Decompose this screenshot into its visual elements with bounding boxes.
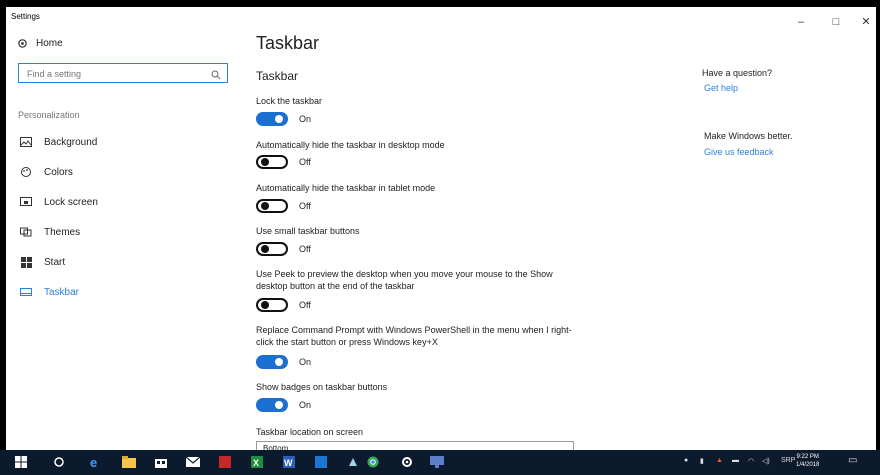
setting-label-autohide-tablet: Automatically hide the taskbar in tablet… (256, 183, 436, 193)
app-red-icon[interactable] (218, 455, 232, 469)
toggle-state: On (299, 357, 312, 367)
sidebar-item-label: Themes (44, 226, 81, 238)
app-teal-icon[interactable] (346, 455, 360, 469)
picture-icon (20, 136, 32, 148)
title-bar: Settings – □ ✕ (6, 7, 876, 37)
toggle-knob (261, 301, 269, 309)
toggle-small-buttons[interactable] (256, 242, 288, 256)
toggle-state: Off (299, 201, 311, 211)
themes-icon (20, 226, 32, 238)
toggle-state: On (299, 400, 312, 410)
toggle-state: Off (299, 300, 311, 310)
toggle-badges[interactable] (256, 398, 288, 412)
search-icon[interactable] (211, 67, 221, 85)
edge-icon[interactable]: e (88, 455, 102, 469)
app-monitor-icon[interactable] (430, 455, 444, 469)
excel-icon[interactable]: X (250, 455, 264, 469)
tray-language[interactable]: SRP (781, 457, 795, 464)
sidebar-item-label: Taskbar (44, 286, 80, 298)
sidebar-item-colors[interactable]: Colors (20, 165, 73, 179)
toggle-state: Off (299, 157, 311, 167)
tray-warning-icon[interactable]: ▲ (716, 457, 723, 464)
toggle-state: On (299, 114, 312, 124)
nav-home[interactable]: Home (16, 37, 63, 49)
task-view-icon[interactable] (52, 455, 66, 469)
toggle-autohide-desktop[interactable] (256, 155, 288, 169)
clock-time: 9:22 PM (796, 454, 819, 460)
get-help-link[interactable]: Get help (704, 83, 738, 93)
svg-text:e: e (90, 455, 97, 469)
start-icon (20, 256, 32, 268)
sidebar-item-label: Background (44, 136, 98, 148)
store-icon[interactable] (154, 455, 168, 469)
toggle-knob (275, 115, 283, 123)
sidebar-item-taskbar[interactable]: Taskbar (20, 285, 79, 299)
svg-text:W: W (284, 458, 293, 468)
sidebar-item-background[interactable]: Background (20, 135, 97, 149)
minimize-button[interactable]: – (791, 16, 811, 28)
toggle-knob (261, 245, 269, 253)
location-dropdown[interactable]: Bottom (256, 441, 574, 450)
search-box[interactable] (18, 63, 228, 83)
window-title: Settings (11, 12, 40, 21)
word-icon[interactable]: W (282, 455, 296, 469)
tray-volume-icon[interactable]: ◁) (762, 457, 770, 465)
close-button[interactable]: ✕ (856, 16, 876, 28)
clock-date: 1/4/2018 (796, 462, 820, 468)
tray-people-icon[interactable]: ● (684, 457, 688, 464)
setting-label-autohide-desktop: Automatically hide the taskbar in deskto… (256, 140, 445, 150)
palette-icon (20, 166, 32, 178)
setting-label-peek: Use Peek to preview the desktop when you… (256, 269, 553, 291)
toggle-autohide-tablet[interactable] (256, 199, 288, 213)
setting-label-location: Taskbar location on screen (256, 427, 364, 437)
windows-taskbar: e X W ● ▮ ▲ ▬ ◠ ◁) SRP 9:22 PM 1/4/2018 … (0, 450, 880, 475)
sidebar-item-themes[interactable]: Themes (20, 225, 80, 239)
taskbar-icon (20, 286, 32, 298)
search-input[interactable] (25, 65, 209, 83)
toggle-lock-taskbar[interactable] (256, 112, 288, 126)
sidebar-item-lock-screen[interactable]: Lock screen (20, 195, 98, 209)
setting-label-powershell: Replace Command Prompt with Windows Powe… (256, 325, 572, 347)
nav-section-personalization: Personalization (18, 110, 80, 120)
maximize-button[interactable]: □ (826, 16, 846, 28)
toggle-knob (275, 358, 283, 366)
chrome-icon[interactable] (366, 455, 380, 469)
toggle-peek[interactable] (256, 298, 288, 312)
file-explorer-icon[interactable] (122, 455, 136, 469)
settings-gear-icon[interactable] (400, 455, 414, 469)
sidebar-item-start[interactable]: Start (20, 255, 65, 269)
tray-network-icon[interactable]: ▮ (700, 457, 704, 465)
toggle-knob (275, 401, 283, 409)
action-center-icon[interactable]: ▭ (848, 455, 857, 466)
section-title: Taskbar (256, 69, 299, 83)
toggle-state: Off (299, 244, 311, 254)
tray-battery-icon[interactable]: ▬ (732, 457, 739, 464)
toggle-powershell[interactable] (256, 355, 288, 369)
setting-label-lock-taskbar: Lock the taskbar (256, 96, 323, 106)
setting-label-small-buttons: Use small taskbar buttons (256, 226, 360, 236)
feedback-heading: Make Windows better. (704, 131, 793, 141)
tray-clock[interactable]: 9:22 PM 1/4/2018 (796, 453, 819, 469)
gear-icon (16, 37, 28, 49)
tray-wifi-icon[interactable]: ◠ (748, 457, 754, 465)
mail-icon[interactable] (186, 455, 200, 469)
sidebar-item-label: Lock screen (44, 196, 98, 208)
windows-start-icon[interactable] (14, 455, 28, 469)
feedback-link[interactable]: Give us feedback (704, 147, 774, 157)
page-title: Taskbar (256, 33, 320, 53)
sidebar-item-label: Colors (44, 166, 73, 178)
app-blue-icon[interactable] (314, 455, 328, 469)
svg-text:X: X (253, 458, 259, 468)
nav-home-label: Home (36, 37, 63, 49)
help-heading: Have a question? (702, 68, 773, 78)
sidebar-item-label: Start (44, 256, 66, 268)
lock-screen-icon (20, 196, 32, 208)
setting-label-badges: Show badges on taskbar buttons (256, 382, 388, 392)
settings-window: Settings – □ ✕ Home Personalization Back… (6, 7, 876, 450)
toggle-knob (261, 202, 269, 210)
toggle-knob (261, 158, 269, 166)
